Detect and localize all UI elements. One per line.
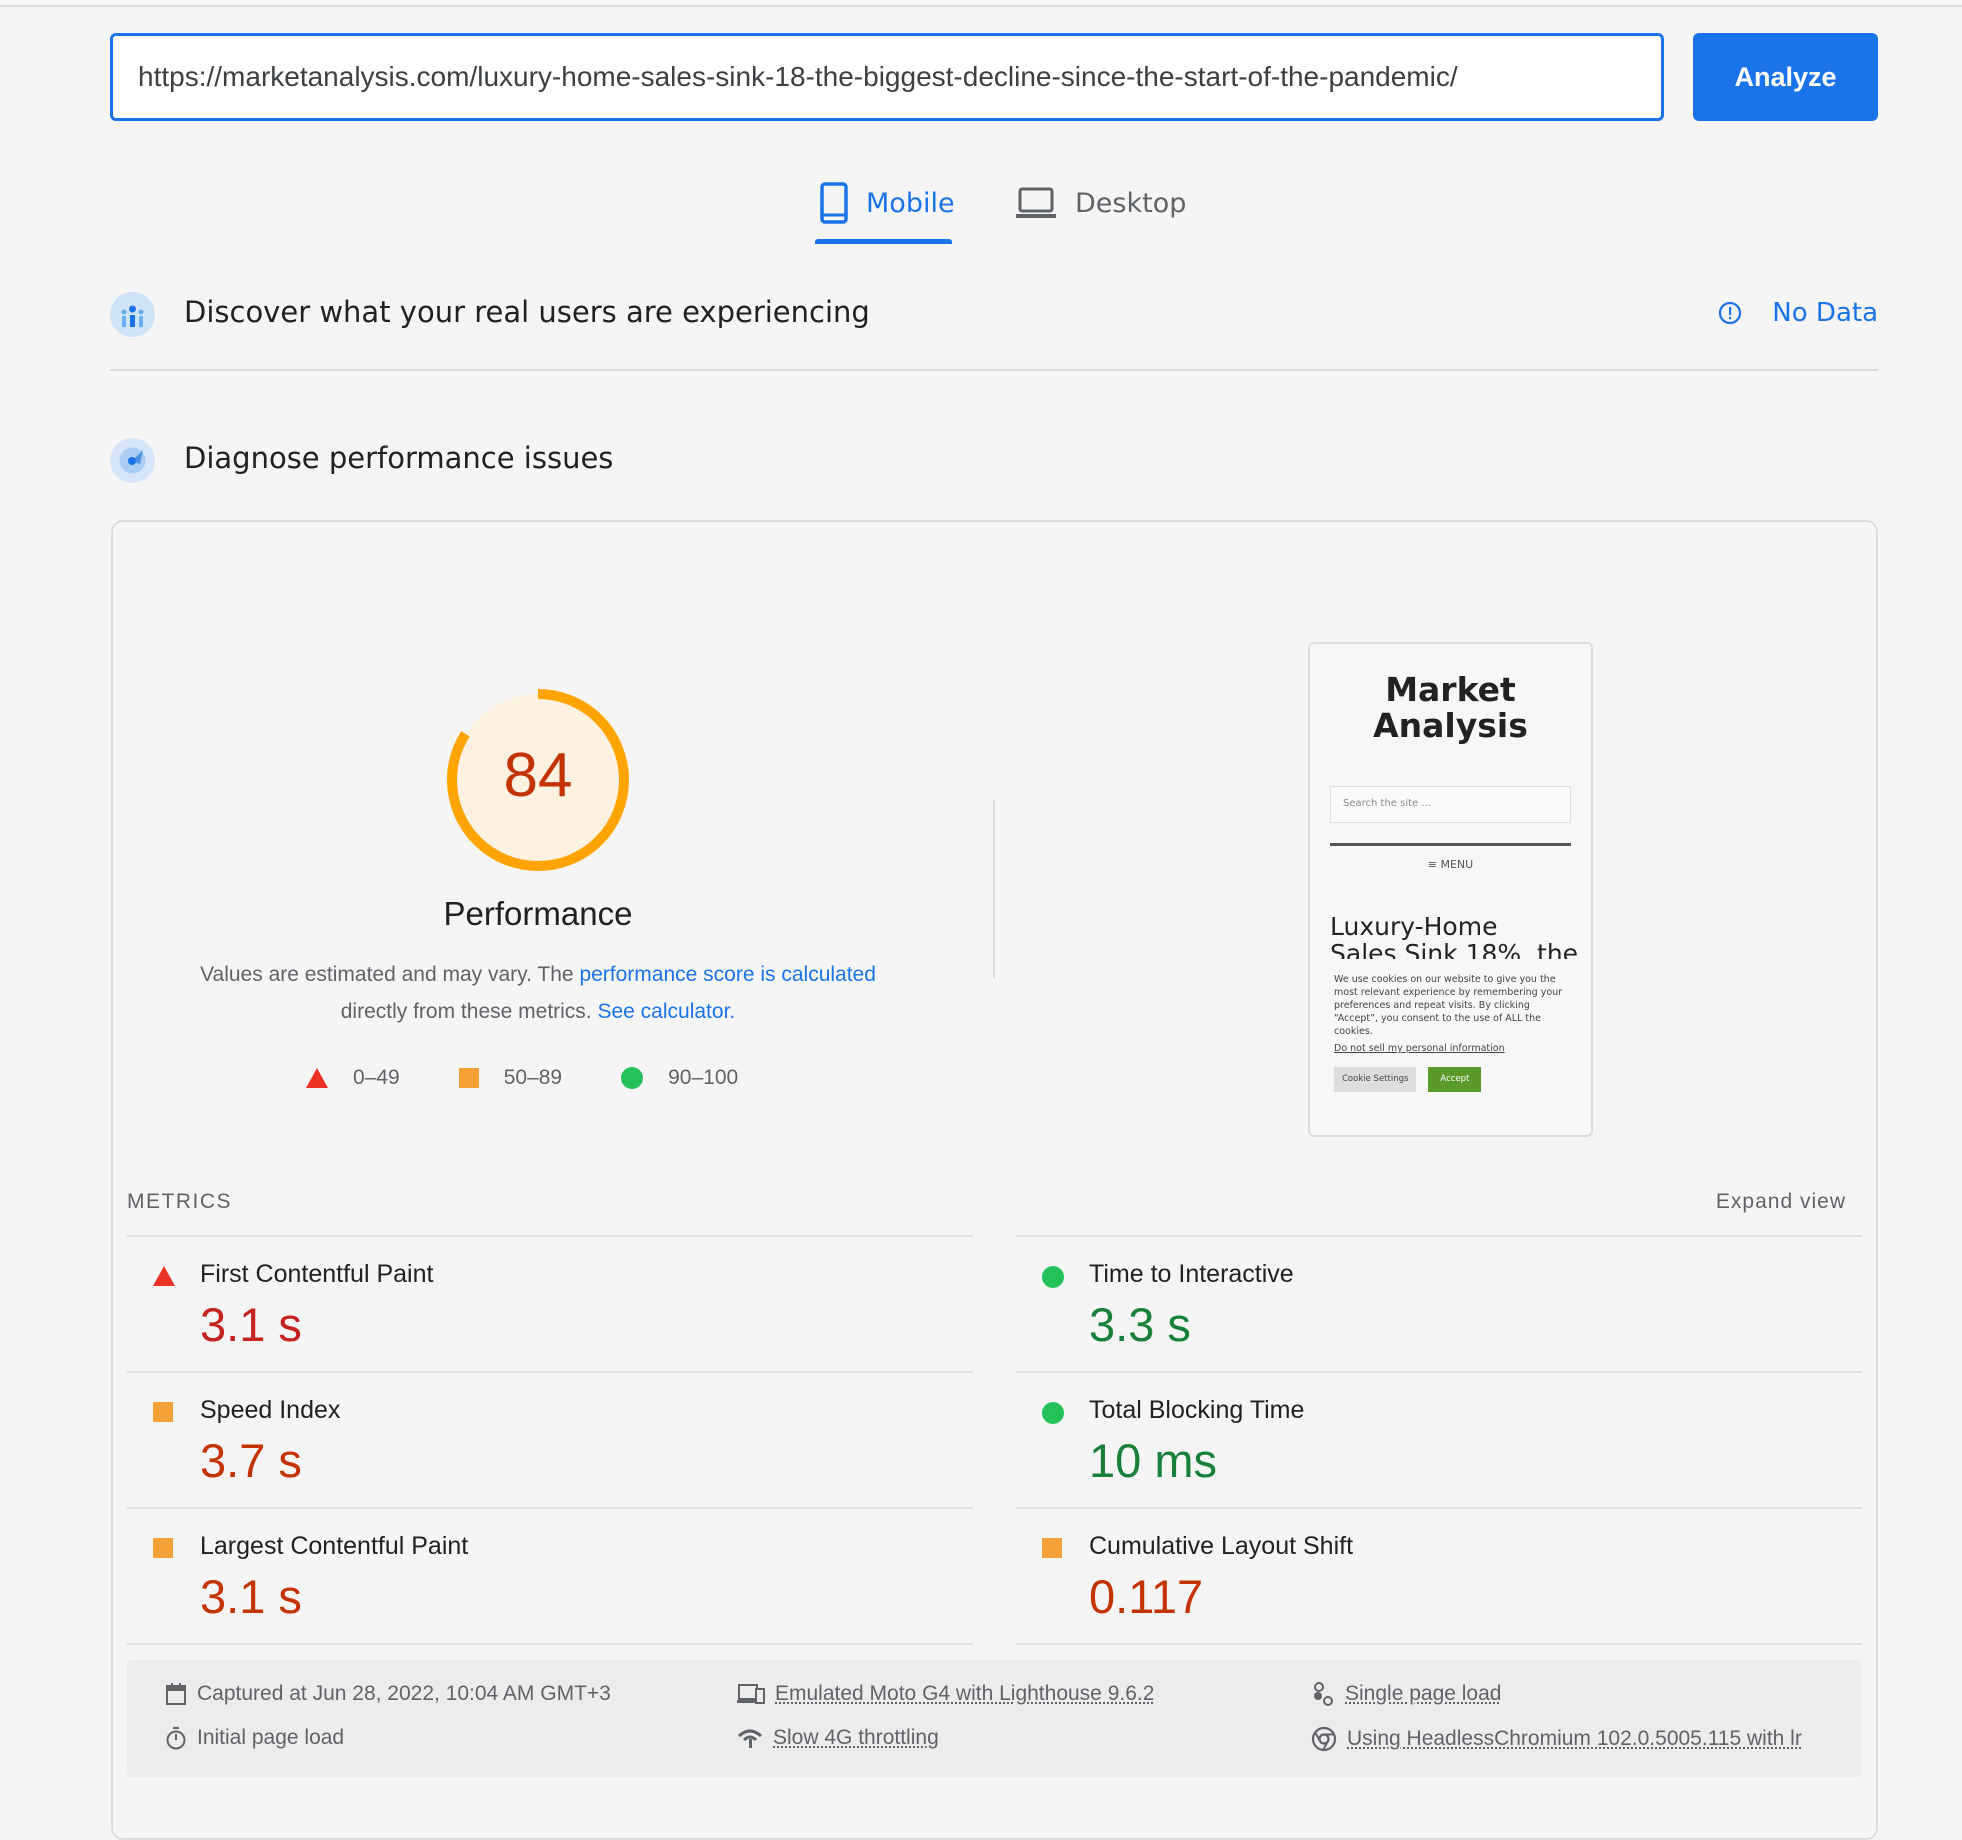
metrics-heading: METRICS bbox=[127, 1190, 232, 1214]
see-calculator-link[interactable]: See calculator. bbox=[597, 1000, 735, 1023]
desc-prefix: Values are estimated and may vary. The bbox=[200, 963, 579, 986]
legend-fail: 0–49 bbox=[353, 1066, 400, 1090]
thumb-cookie-settings: Cookie Settings bbox=[1334, 1067, 1416, 1092]
thumb-cookie-text: We use cookies on our website to give yo… bbox=[1334, 973, 1567, 1038]
thumb-title-2: Analysis bbox=[1310, 708, 1591, 744]
throttling-info[interactable]: Slow 4G throttling bbox=[737, 1726, 939, 1750]
lab-data-title: Diagnose performance issues bbox=[184, 441, 613, 475]
thumb-headline-1: Luxury-Home bbox=[1330, 913, 1591, 940]
score-calculated-link[interactable]: performance score is calculated bbox=[579, 963, 875, 986]
thumb-accept: Accept bbox=[1428, 1067, 1481, 1092]
metrics-bottom-divider bbox=[1016, 1643, 1862, 1645]
square-average-icon bbox=[152, 1537, 174, 1564]
metric-value-cumulative-layout-shift: 0.117 bbox=[1089, 1569, 1203, 1624]
active-tab-indicator bbox=[815, 239, 952, 244]
metric-value-time-to-interactive: 3.3 s bbox=[1089, 1297, 1191, 1352]
square-average-icon bbox=[152, 1401, 174, 1428]
metric-label-time-to-interactive: Time to Interactive bbox=[1089, 1260, 1294, 1289]
metric-row: Largest Contentful Paint 3.1 s bbox=[127, 1507, 973, 1643]
circle-pass-icon bbox=[1041, 1265, 1065, 1294]
tab-mobile[interactable]: Mobile bbox=[820, 178, 955, 228]
emulated-device-info[interactable]: Emulated Moto G4 with Lighthouse 9.6.2 bbox=[737, 1682, 1154, 1706]
chrome-icon bbox=[1311, 1726, 1337, 1752]
phone-icon bbox=[820, 182, 848, 224]
no-data-link[interactable]: No Data bbox=[1718, 298, 1878, 328]
tab-desktop[interactable]: Desktop bbox=[1015, 178, 1186, 228]
tab-mobile-label: Mobile bbox=[866, 188, 955, 219]
thumb-headline-2: Sales Sink 18%, the bbox=[1330, 940, 1591, 959]
metric-value-first-contentful-paint: 3.1 s bbox=[200, 1297, 302, 1352]
desc-middle: directly from these metrics. bbox=[341, 1000, 598, 1023]
expand-view-button[interactable]: Expand view bbox=[1716, 1190, 1846, 1214]
initial-load-info: Initial page load bbox=[165, 1726, 344, 1750]
metric-row: Time to Interactive 3.3 s bbox=[1016, 1235, 1862, 1371]
run-info-footer: Captured at Jun 28, 2022, 10:04 AM GMT+3… bbox=[127, 1660, 1861, 1777]
circle-pass-icon bbox=[620, 1066, 644, 1090]
square-average-icon bbox=[1041, 1537, 1063, 1564]
metrics-column-right: Time to Interactive 3.3 s Total Blocking… bbox=[1016, 1235, 1862, 1645]
diagnose-icon bbox=[110, 438, 155, 483]
circle-pass-icon bbox=[1041, 1401, 1065, 1430]
thumb-cookie-link: Do not sell my personal information bbox=[1334, 1042, 1567, 1055]
triangle-fail-icon bbox=[305, 1067, 329, 1089]
signal-icon bbox=[737, 1727, 763, 1749]
users-icon bbox=[110, 292, 155, 337]
initial-load-text: Initial page load bbox=[197, 1726, 344, 1750]
browser-info[interactable]: Using HeadlessChromium 102.0.5005.115 wi… bbox=[1311, 1726, 1802, 1752]
legend-average: 50–89 bbox=[504, 1066, 562, 1090]
calendar-icon bbox=[165, 1682, 187, 1706]
metric-label-speed-index: Speed Index bbox=[200, 1396, 340, 1425]
metrics-bottom-divider bbox=[127, 1643, 973, 1645]
captured-text: Captured at Jun 28, 2022, 10:04 AM GMT+3 bbox=[197, 1682, 611, 1706]
metric-row: Cumulative Layout Shift 0.117 bbox=[1016, 1507, 1862, 1643]
performance-label: Performance bbox=[338, 895, 738, 933]
tab-desktop-label: Desktop bbox=[1075, 188, 1186, 219]
thumb-title-1: Market bbox=[1310, 672, 1591, 708]
metric-label-first-contentful-paint: First Contentful Paint bbox=[200, 1260, 433, 1289]
triangle-fail-icon bbox=[152, 1265, 176, 1292]
no-data-label: No Data bbox=[1772, 298, 1878, 328]
metric-row: Speed Index 3.7 s bbox=[127, 1371, 973, 1507]
analyze-button[interactable]: Analyze bbox=[1693, 33, 1878, 121]
section-divider bbox=[110, 369, 1878, 371]
metric-value-total-blocking-time: 10 ms bbox=[1089, 1433, 1217, 1488]
browser-link[interactable]: Using HeadlessChromium 102.0.5005.115 wi… bbox=[1347, 1727, 1802, 1751]
thumb-search: Search the site ... bbox=[1330, 786, 1571, 823]
score-legend: 0–49 50–89 90–100 bbox=[305, 1066, 796, 1090]
metric-label-cumulative-layout-shift: Cumulative Layout Shift bbox=[1089, 1532, 1353, 1561]
metric-label-largest-contentful-paint: Largest Contentful Paint bbox=[200, 1532, 468, 1561]
page-screenshot: Market Analysis Search the site ... ≡ ME… bbox=[1308, 642, 1593, 1137]
metric-value-largest-contentful-paint: 3.1 s bbox=[200, 1569, 302, 1624]
single-page-info[interactable]: Single page load bbox=[1311, 1682, 1501, 1706]
top-divider bbox=[0, 5, 1962, 7]
score-description: Values are estimated and may vary. The p… bbox=[138, 956, 938, 1030]
field-data-title: Discover what your real users are experi… bbox=[184, 295, 870, 329]
square-average-icon bbox=[458, 1067, 480, 1089]
metric-row: First Contentful Paint 3.1 s bbox=[127, 1235, 973, 1371]
metric-row: Total Blocking Time 10 ms bbox=[1016, 1371, 1862, 1507]
emulated-device-link[interactable]: Emulated Moto G4 with Lighthouse 9.6.2 bbox=[775, 1682, 1154, 1706]
single-page-link[interactable]: Single page load bbox=[1345, 1682, 1501, 1706]
url-input[interactable]: https://marketanalysis.com/luxury-home-s… bbox=[110, 33, 1664, 121]
throttling-link[interactable]: Slow 4G throttling bbox=[773, 1726, 939, 1750]
metric-value-speed-index: 3.7 s bbox=[200, 1433, 302, 1488]
single-load-icon bbox=[1311, 1682, 1335, 1706]
vertical-divider bbox=[993, 800, 995, 978]
info-icon bbox=[1718, 301, 1742, 325]
thumb-menu: ≡ MENU bbox=[1310, 858, 1591, 871]
laptop-icon bbox=[1015, 187, 1057, 219]
captured-info: Captured at Jun 28, 2022, 10:04 AM GMT+3 bbox=[165, 1682, 611, 1706]
stopwatch-icon bbox=[165, 1726, 187, 1750]
metrics-column-left: First Contentful Paint 3.1 s Speed Index… bbox=[127, 1235, 973, 1645]
legend-pass: 90–100 bbox=[668, 1066, 738, 1090]
thumb-menu-label: MENU bbox=[1440, 858, 1473, 871]
performance-score: 84 bbox=[440, 740, 636, 811]
metric-label-total-blocking-time: Total Blocking Time bbox=[1089, 1396, 1304, 1425]
devices-icon bbox=[737, 1683, 765, 1705]
